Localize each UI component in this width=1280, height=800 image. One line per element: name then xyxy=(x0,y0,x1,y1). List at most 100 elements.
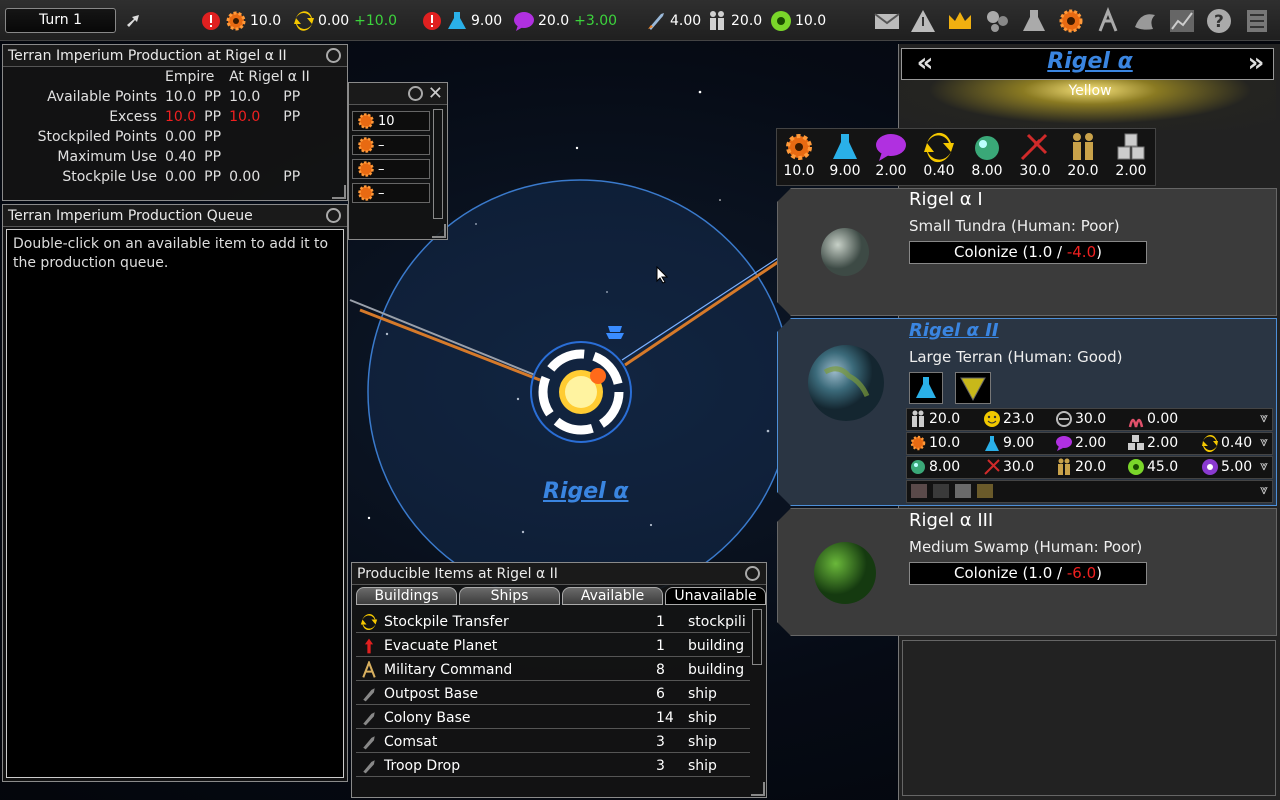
building-icon[interactable] xyxy=(955,484,971,498)
resource-mini-window[interactable]: ✕ 10 – – – xyxy=(348,82,448,240)
expand-icon[interactable]: ⩔ xyxy=(1260,482,1268,498)
scrollbar[interactable] xyxy=(752,609,762,665)
situation-report-icon[interactable] xyxy=(909,7,937,35)
item-type: ship xyxy=(688,734,717,750)
list-item[interactable]: Evacuate Planet 1 building xyxy=(356,635,750,657)
unit: PP xyxy=(204,169,222,185)
troops-stat: 30.0 xyxy=(983,458,1034,476)
pin-icon[interactable] xyxy=(326,208,341,223)
population-indicator[interactable]: 20.0 xyxy=(706,8,762,34)
production-queue-list[interactable]: Double-click on an available item to add… xyxy=(6,229,344,778)
expand-icon[interactable]: ⩔ xyxy=(1260,458,1268,474)
list-item[interactable]: Colony Base 14 ship xyxy=(356,707,750,729)
troops-icon xyxy=(1018,131,1052,163)
stockpile-icon xyxy=(360,613,378,631)
military-icon[interactable] xyxy=(977,484,993,498)
colonize-button[interactable]: Colonize (1.0 / -4.0) xyxy=(909,241,1147,264)
ship-icon xyxy=(360,709,378,727)
population-icon xyxy=(1055,458,1073,476)
pin-icon[interactable] xyxy=(408,86,423,101)
focus-dropdown-icon xyxy=(960,377,986,402)
colonize-button[interactable]: Colonize (1.0 / -6.0) xyxy=(909,562,1147,585)
unit xyxy=(279,127,313,147)
research-indicator[interactable]: 9.00 xyxy=(421,8,502,34)
happiness-indicator[interactable]: 10.0 xyxy=(770,8,826,34)
industry-gear-icon xyxy=(782,131,816,163)
messages-icon[interactable] xyxy=(873,7,901,35)
production-summary-window[interactable]: Terran Imperium Production at Rigel α II… xyxy=(2,44,348,201)
list-item[interactable]: 10 xyxy=(352,111,430,131)
expand-icon[interactable]: ⩔ xyxy=(1260,434,1268,450)
planet-name-selected[interactable]: Rigel α II xyxy=(909,320,999,341)
item-name: Colony Base xyxy=(384,710,471,726)
stockpile-icon xyxy=(922,131,956,163)
col-local-header: At Rigel α II xyxy=(229,69,310,85)
list-item[interactable]: Military Command 8 building xyxy=(356,659,750,681)
list-item[interactable]: Troop Drop 3 ship xyxy=(356,755,750,777)
close-icon[interactable]: ✕ xyxy=(428,83,443,105)
industry-indicator[interactable]: 10.0 xyxy=(200,8,281,34)
queue-hint-text: Double-click on an available item to add… xyxy=(13,236,329,271)
svg-text:?: ? xyxy=(1214,12,1224,32)
graphs-icon[interactable] xyxy=(1168,7,1196,35)
producible-items-list[interactable]: Stockpile Transfer 1 stockpili Evacuate … xyxy=(356,609,752,789)
list-item[interactable]: – xyxy=(352,159,430,179)
next-system-button[interactable]: » xyxy=(1236,50,1270,78)
producible-items-window[interactable]: Producible Items at Rigel α II Buildings… xyxy=(351,562,767,798)
defense-orb-icon xyxy=(909,458,927,476)
research-focus-button[interactable] xyxy=(909,372,943,404)
planet-name[interactable]: Rigel α I xyxy=(909,189,983,210)
objects-icon[interactable] xyxy=(984,7,1012,35)
help-icon[interactable]: ? xyxy=(1205,7,1233,35)
population-icon xyxy=(706,10,728,32)
tab-buildings[interactable]: Buildings xyxy=(356,587,457,605)
production-table: Empire At Rigel α II Available Points 10… xyxy=(3,67,314,187)
stockpile-delta: +10.0 xyxy=(354,13,398,29)
system-name[interactable]: Rigel α xyxy=(1000,49,1180,74)
resize-handle[interactable] xyxy=(332,185,346,199)
auto-turn-icon[interactable] xyxy=(124,11,144,31)
tab-available[interactable]: Available xyxy=(562,587,663,605)
influence-indicator[interactable]: 20.0 +3.00 xyxy=(513,8,617,34)
industry-gear-icon xyxy=(357,136,375,154)
list-item[interactable]: Comsat 3 ship xyxy=(356,731,750,753)
list-item[interactable]: – xyxy=(352,135,430,155)
menu-icon[interactable] xyxy=(1243,7,1271,35)
production-queue-window[interactable]: Terran Imperium Production Queue Double-… xyxy=(2,204,348,782)
map-system-label[interactable]: Rigel α xyxy=(543,479,628,504)
influence-value: 20.0 xyxy=(538,13,570,29)
design-icon[interactable] xyxy=(1131,7,1159,35)
list-item[interactable]: Stockpile Transfer 1 stockpili xyxy=(356,611,750,633)
resize-handle[interactable] xyxy=(751,782,765,796)
pin-icon[interactable] xyxy=(326,48,341,63)
turn-button[interactable]: Turn 1 xyxy=(5,8,116,33)
research-flask-icon xyxy=(446,10,468,32)
scrollbar[interactable] xyxy=(433,109,443,219)
star-type: Yellow xyxy=(1068,83,1112,99)
list-item[interactable]: – xyxy=(352,183,430,203)
stockpile-indicator[interactable]: 0.00 +10.0 xyxy=(293,8,397,34)
prev-system-button[interactable]: « xyxy=(905,50,939,78)
resize-handle[interactable] xyxy=(432,224,446,238)
building-icon[interactable] xyxy=(911,484,927,498)
expand-icon[interactable]: ⩔ xyxy=(1260,410,1268,426)
planet-name[interactable]: Rigel α III xyxy=(909,510,993,531)
policies-icon[interactable] xyxy=(1094,6,1122,35)
list-item[interactable]: Outpost Base 6 ship xyxy=(356,683,750,705)
fleet-indicator[interactable]: 4.00 xyxy=(645,8,701,34)
tab-unavailable[interactable]: Unavailable xyxy=(665,587,766,605)
production-icon[interactable] xyxy=(1057,7,1085,35)
tab-ships[interactable]: Ships xyxy=(459,587,560,605)
industry-gear-icon xyxy=(357,184,375,202)
population-value: 20.0 xyxy=(731,13,763,29)
planet-description: Large Terran (Human: Good) xyxy=(909,348,1123,366)
research-tree-icon[interactable] xyxy=(1020,7,1048,35)
item-turns: 1 xyxy=(656,638,665,654)
planet-terran-icon xyxy=(808,345,884,421)
building-icon[interactable] xyxy=(933,484,949,498)
empire-crown-icon[interactable] xyxy=(946,7,974,35)
fleet-value: 4.00 xyxy=(670,13,702,29)
pin-icon[interactable] xyxy=(745,566,760,581)
summary-stockpile: 0.40 xyxy=(917,131,961,179)
focus-dropdown[interactable] xyxy=(955,372,991,404)
